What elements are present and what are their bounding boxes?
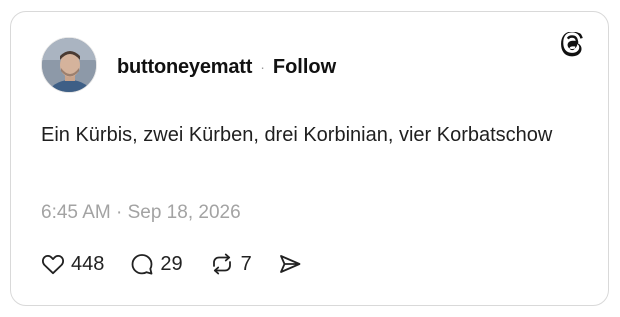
like-button[interactable]: 448 bbox=[41, 253, 104, 276]
reply-button[interactable]: 29 bbox=[130, 252, 183, 276]
repost-icon bbox=[212, 253, 231, 275]
share-button[interactable] bbox=[278, 253, 302, 275]
follow-button[interactable]: Follow bbox=[273, 56, 336, 79]
repost-count: 7 bbox=[240, 252, 252, 275]
like-count: 448 bbox=[71, 252, 105, 275]
comment-icon bbox=[131, 254, 153, 275]
repost-button[interactable]: 7 bbox=[209, 253, 252, 276]
threads-logo-icon[interactable] bbox=[560, 31, 586, 58]
post-timestamp[interactable]: 6:45 AM · Sep 18, 2026 bbox=[41, 202, 241, 224]
action-bar: 448 29 7 bbox=[41, 251, 328, 277]
post-card: buttoneyematt · Follow Ein Kürbis, zwei … bbox=[10, 11, 609, 306]
send-icon bbox=[279, 255, 301, 273]
avatar[interactable] bbox=[41, 37, 97, 93]
author-row: buttoneyematt · Follow bbox=[117, 55, 336, 79]
reply-count: 29 bbox=[160, 252, 183, 275]
separator-dot: · bbox=[260, 59, 265, 75]
username-link[interactable]: buttoneyematt bbox=[117, 56, 252, 79]
avatar-photo-icon bbox=[42, 38, 96, 92]
heart-icon bbox=[41, 254, 65, 275]
post-text: Ein Kürbis, zwei Kürben, drei Korbinian,… bbox=[41, 124, 553, 146]
